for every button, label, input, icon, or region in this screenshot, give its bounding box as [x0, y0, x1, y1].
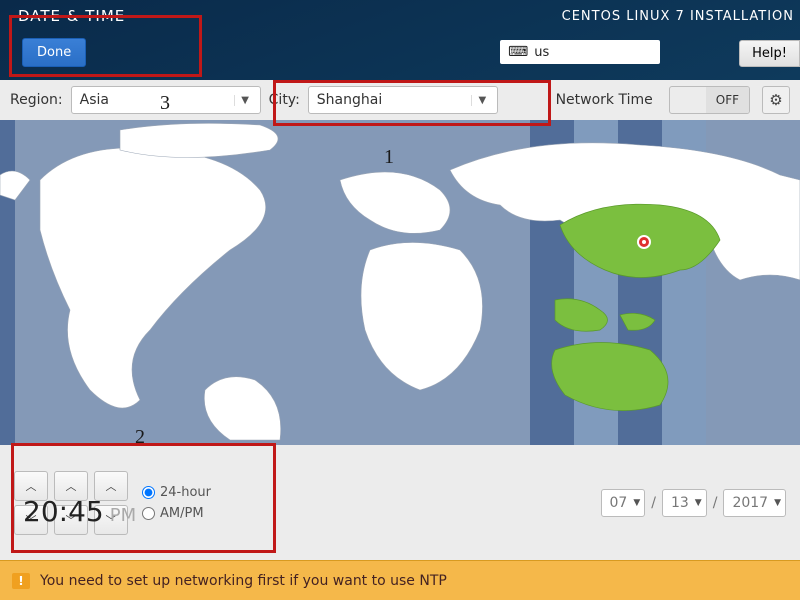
city-label: City: — [269, 92, 300, 108]
network-time-toggle[interactable]: OFF — [669, 86, 750, 114]
gear-icon: ⚙ — [769, 91, 782, 109]
chevron-down-icon: ▼ — [234, 95, 256, 106]
region-toolbar: Region: Asia ▼ City: Shanghai ▼ Network … — [0, 80, 800, 120]
chevron-down-icon: ▼ — [633, 498, 640, 508]
year-combobox[interactable]: 2017▼ — [723, 489, 786, 517]
time-date-bar: ︿ ﹀ ︿ ﹀ ︿ ﹀ 20:45 PM 24-hour AM/PM 07▼ / — [0, 445, 800, 560]
time-display: 20:45 PM — [23, 495, 136, 528]
header-bar: DATE & TIME CENTOS LINUX 7 INSTALLATION … — [0, 0, 800, 80]
timezone-map[interactable] — [0, 120, 800, 445]
warning-text: You need to set up networking first if y… — [40, 573, 447, 589]
chevron-down-icon: ▼ — [695, 498, 702, 508]
date-controls: 07▼ / 13▼ / 2017▼ — [601, 489, 787, 517]
network-time-label: Network Time — [556, 92, 653, 108]
month-combobox[interactable]: 07▼ — [601, 489, 646, 517]
page-title: DATE & TIME — [18, 7, 125, 25]
chevron-down-icon: ▼ — [774, 498, 781, 508]
ampm-label: PM — [110, 505, 136, 526]
installer-title: CENTOS LINUX 7 INSTALLATION — [562, 9, 794, 24]
format-ampm-radio[interactable]: AM/PM — [142, 506, 211, 521]
keyboard-layout-label: us — [534, 45, 549, 60]
ntp-settings-button[interactable]: ⚙ — [762, 86, 790, 114]
city-value: Shanghai — [317, 92, 382, 108]
warning-bar: ! You need to set up networking first if… — [0, 560, 800, 600]
region-value: Asia — [80, 92, 109, 108]
region-label: Region: — [10, 92, 63, 108]
world-map-svg — [0, 120, 800, 445]
help-button[interactable]: Help! — [739, 40, 800, 67]
keyboard-layout-indicator[interactable]: ⌨ us — [500, 40, 660, 64]
chevron-down-icon: ▼ — [471, 95, 493, 106]
toggle-off-label: OFF — [706, 87, 749, 113]
city-combobox[interactable]: Shanghai ▼ — [308, 86, 498, 114]
done-button[interactable]: Done — [22, 38, 86, 67]
region-combobox[interactable]: Asia ▼ — [71, 86, 261, 114]
time-controls: ︿ ﹀ ︿ ﹀ ︿ ﹀ 20:45 PM 24-hour AM/PM — [14, 471, 211, 535]
warning-icon: ! — [12, 573, 30, 589]
keyboard-icon: ⌨ — [508, 44, 528, 60]
format-24h-radio[interactable]: 24-hour — [142, 485, 211, 500]
day-combobox[interactable]: 13▼ — [662, 489, 707, 517]
